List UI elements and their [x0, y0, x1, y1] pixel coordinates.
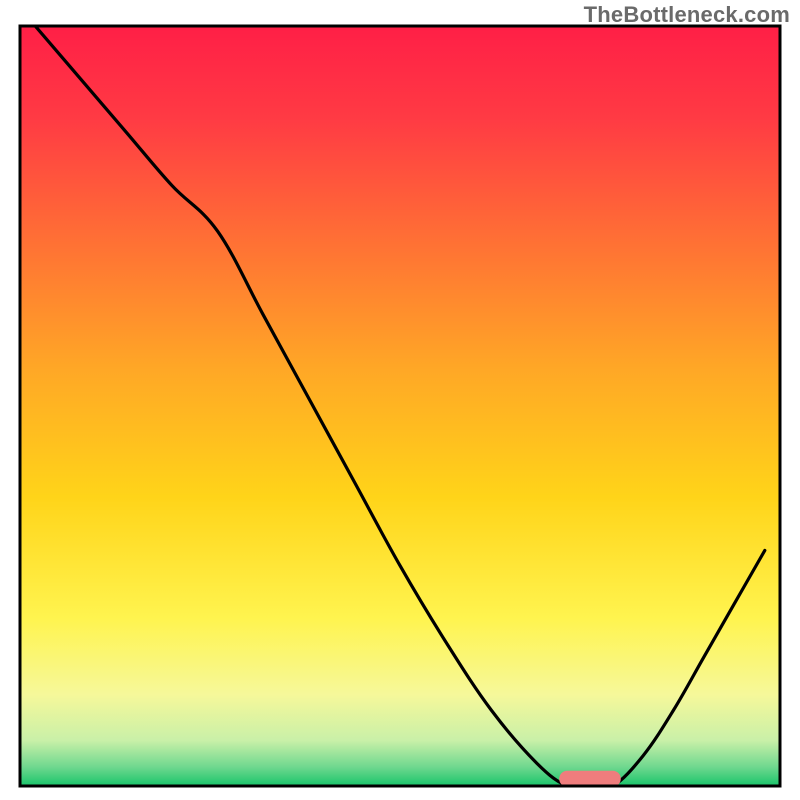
watermark-label: TheBottleneck.com — [584, 2, 790, 28]
bottleneck-chart: TheBottleneck.com — [0, 0, 800, 800]
chart-svg — [0, 0, 800, 800]
